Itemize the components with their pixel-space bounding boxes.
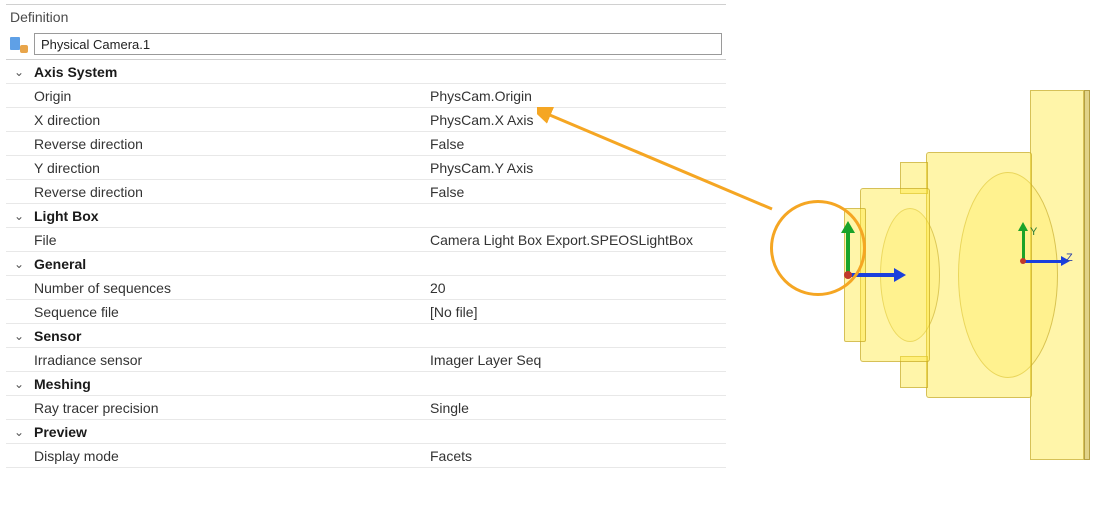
sensor-icon bbox=[10, 35, 28, 53]
group-light-box[interactable]: ⌄ Light Box bbox=[6, 204, 726, 228]
group-label: Axis System bbox=[32, 64, 430, 80]
prop-value: False bbox=[430, 136, 726, 152]
prop-label: Ray tracer precision bbox=[32, 400, 430, 416]
group-meshing[interactable]: ⌄ Meshing bbox=[6, 372, 726, 396]
prop-display-mode[interactable]: Display mode Facets bbox=[6, 444, 726, 468]
prop-irradiance-sensor[interactable]: Irradiance sensor Imager Layer Seq bbox=[6, 348, 726, 372]
prop-label: Irradiance sensor bbox=[32, 352, 430, 368]
group-label: Meshing bbox=[32, 376, 430, 392]
prop-sequence-file[interactable]: Sequence file [No file] bbox=[6, 300, 726, 324]
group-label: Sensor bbox=[32, 328, 430, 344]
group-preview[interactable]: ⌄ Preview bbox=[6, 420, 726, 444]
prop-label: File bbox=[32, 232, 430, 248]
prop-value: Camera Light Box Export.SPEOSLightBox bbox=[430, 232, 726, 248]
prop-label: Origin bbox=[32, 88, 430, 104]
chevron-down-icon[interactable]: ⌄ bbox=[6, 65, 32, 79]
prop-value: 20 bbox=[430, 280, 726, 296]
prop-label: X direction bbox=[32, 112, 430, 128]
object-name-input[interactable] bbox=[34, 33, 722, 55]
prop-label: Sequence file bbox=[32, 304, 430, 320]
prop-reverse-y[interactable]: Reverse direction False bbox=[6, 180, 726, 204]
group-general[interactable]: ⌄ General bbox=[6, 252, 726, 276]
prop-y-direction[interactable]: Y direction PhysCam.Y Axis bbox=[6, 156, 726, 180]
prop-origin[interactable]: Origin PhysCam.Origin bbox=[6, 84, 726, 108]
prop-label: Reverse direction bbox=[32, 184, 430, 200]
prop-lightbox-file[interactable]: File Camera Light Box Export.SPEOSLightB… bbox=[6, 228, 726, 252]
definition-panel: Definition ⌄ Axis System Origin PhysCam.… bbox=[6, 4, 726, 468]
prop-label: Reverse direction bbox=[32, 136, 430, 152]
group-label: Light Box bbox=[32, 208, 430, 224]
chevron-down-icon[interactable]: ⌄ bbox=[6, 209, 32, 223]
chevron-down-icon[interactable]: ⌄ bbox=[6, 377, 32, 391]
view-axis-widget[interactable]: Y Z bbox=[1018, 230, 1078, 290]
prop-value: Facets bbox=[430, 448, 726, 464]
prop-label: Y direction bbox=[32, 160, 430, 176]
annotation-circle-icon bbox=[770, 200, 866, 296]
prop-value: [No file] bbox=[430, 304, 726, 320]
group-axis-system[interactable]: ⌄ Axis System bbox=[6, 60, 726, 84]
prop-label: Display mode bbox=[32, 448, 430, 464]
z-axis-arrow-icon bbox=[1022, 260, 1062, 263]
group-label: General bbox=[32, 256, 430, 272]
axis-label-y: Y bbox=[1030, 226, 1037, 238]
prop-value: PhysCam.X Axis bbox=[430, 112, 726, 128]
prop-x-direction[interactable]: X direction PhysCam.X Axis bbox=[6, 108, 726, 132]
name-row bbox=[6, 31, 726, 59]
x-axis-dot-icon bbox=[1020, 258, 1026, 264]
prop-value: Single bbox=[430, 400, 726, 416]
prop-ray-precision[interactable]: Ray tracer precision Single bbox=[6, 396, 726, 420]
prop-value: PhysCam.Origin bbox=[430, 88, 726, 104]
panel-title: Definition bbox=[6, 5, 726, 31]
chevron-down-icon[interactable]: ⌄ bbox=[6, 425, 32, 439]
group-sensor[interactable]: ⌄ Sensor bbox=[6, 324, 726, 348]
prop-value: False bbox=[430, 184, 726, 200]
chevron-down-icon[interactable]: ⌄ bbox=[6, 329, 32, 343]
prop-value: PhysCam.Y Axis bbox=[430, 160, 726, 176]
property-grid: ⌄ Axis System Origin PhysCam.Origin X di… bbox=[6, 59, 726, 468]
group-label: Preview bbox=[32, 424, 430, 440]
axis-label-z: Z bbox=[1066, 252, 1073, 264]
prop-value: Imager Layer Seq bbox=[430, 352, 726, 368]
prop-reverse-x[interactable]: Reverse direction False bbox=[6, 132, 726, 156]
prop-label: Number of sequences bbox=[32, 280, 430, 296]
prop-num-sequences[interactable]: Number of sequences 20 bbox=[6, 276, 726, 300]
chevron-down-icon[interactable]: ⌄ bbox=[6, 257, 32, 271]
